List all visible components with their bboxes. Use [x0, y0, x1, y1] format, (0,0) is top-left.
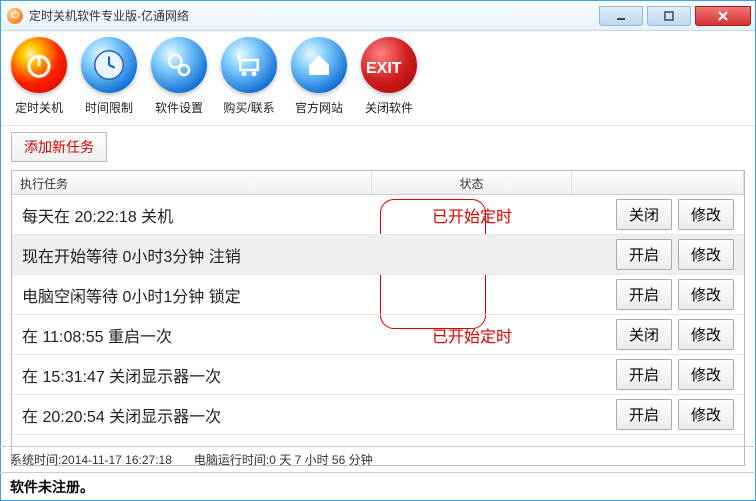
task-row[interactable]: 现在开始等待 0小时3分钟 注销 开启修改: [12, 235, 744, 275]
tool-buy[interactable]: 购买/联系: [221, 37, 277, 125]
gears-icon: [151, 37, 207, 93]
task-list-header: 执行任务 状态: [12, 171, 744, 195]
task-list-panel: 执行任务 状态 每天在 20:22:18 关机已开始定时关闭修改现在开始等待 0…: [11, 170, 745, 466]
add-task-row: 添加新任务: [1, 126, 755, 168]
task-actions: 开启修改: [572, 279, 744, 310]
col-header-task: 执行任务: [12, 171, 372, 194]
edit-button[interactable]: 修改: [678, 239, 734, 270]
title-bar: ⏻ 定时关机软件专业版-亿通网络: [1, 1, 755, 31]
task-row[interactable]: 在 11:08:55 重启一次已开始定时关闭修改: [12, 315, 744, 355]
toggle-button[interactable]: 开启: [616, 399, 672, 430]
maximize-button[interactable]: [647, 6, 691, 26]
task-text: 在 15:31:47 关闭显示器一次: [12, 363, 372, 387]
tool-label: 时间限制: [85, 99, 133, 116]
exit-icon: EXIT: [361, 37, 417, 93]
toggle-button[interactable]: 关闭: [616, 199, 672, 230]
cart-icon: [221, 37, 277, 93]
window-controls: [599, 6, 755, 26]
tool-shutdown[interactable]: 定时关机: [11, 37, 67, 125]
task-status: 已开始定时: [372, 323, 572, 347]
tool-label: 购买/联系: [223, 99, 274, 116]
add-task-button[interactable]: 添加新任务: [11, 132, 107, 162]
minimize-button[interactable]: [599, 6, 643, 26]
tool-label: 官方网站: [295, 99, 343, 116]
toggle-button[interactable]: 关闭: [616, 319, 672, 350]
task-text: 每天在 20:22:18 关机: [12, 203, 372, 227]
edit-button[interactable]: 修改: [678, 279, 734, 310]
task-text: 在 20:20:54 关闭显示器一次: [12, 403, 372, 427]
status-bar: 系统时间:2014-11-17 16:27:18 电脑运行时间:0 天 7 小时…: [0, 446, 756, 501]
tool-exit[interactable]: EXIT 关闭软件: [361, 37, 417, 125]
task-actions: 开启修改: [572, 359, 744, 390]
systime-text: 系统时间:2014-11-17 16:27:18: [10, 451, 172, 468]
tool-settings[interactable]: 软件设置: [151, 37, 207, 125]
toggle-button[interactable]: 开启: [616, 279, 672, 310]
home-icon: [291, 37, 347, 93]
task-text: 电脑空闲等待 0小时1分钟 锁定: [12, 283, 372, 307]
task-row[interactable]: 电脑空闲等待 0小时1分钟 锁定 开启修改: [12, 275, 744, 315]
clock-icon: [81, 37, 137, 93]
edit-button[interactable]: 修改: [678, 319, 734, 350]
tool-label: 软件设置: [155, 99, 203, 116]
close-button[interactable]: [695, 6, 751, 26]
task-row[interactable]: 每天在 20:22:18 关机已开始定时关闭修改: [12, 195, 744, 235]
tool-label: 定时关机: [15, 99, 63, 116]
edit-button[interactable]: 修改: [678, 199, 734, 230]
task-actions: 开启修改: [572, 239, 744, 270]
task-actions: 关闭修改: [572, 199, 744, 230]
toggle-button[interactable]: 开启: [616, 239, 672, 270]
task-rows: 每天在 20:22:18 关机已开始定时关闭修改现在开始等待 0小时3分钟 注销…: [12, 195, 744, 435]
task-actions: 关闭修改: [572, 319, 744, 350]
register-status: 软件未注册。: [0, 473, 756, 501]
tool-label: 关闭软件: [365, 99, 413, 116]
edit-button[interactable]: 修改: [678, 399, 734, 430]
power-icon: [11, 37, 67, 93]
main-toolbar: 定时关机 时间限制 软件设置 购买/联系 官方网站 EXIT 关闭软件: [1, 31, 755, 126]
col-header-actions: [572, 171, 744, 194]
col-header-status: 状态: [372, 171, 572, 194]
edit-button[interactable]: 修改: [678, 359, 734, 390]
tool-website[interactable]: 官方网站: [291, 37, 347, 125]
window-title: 定时关机软件专业版-亿通网络: [29, 7, 189, 24]
task-row[interactable]: 在 20:20:54 关闭显示器一次 开启修改: [12, 395, 744, 435]
svg-text:EXIT: EXIT: [366, 60, 402, 77]
uptime-text: 电脑运行时间:0 天 7 小时 56 分钟: [194, 451, 373, 468]
task-actions: 开启修改: [572, 399, 744, 430]
task-status: 已开始定时: [372, 203, 572, 227]
task-text: 现在开始等待 0小时3分钟 注销: [12, 243, 372, 267]
tool-timelimit[interactable]: 时间限制: [81, 37, 137, 125]
task-row[interactable]: 在 15:31:47 关闭显示器一次 开启修改: [12, 355, 744, 395]
app-icon: ⏻: [7, 8, 23, 24]
task-text: 在 11:08:55 重启一次: [12, 323, 372, 347]
toggle-button[interactable]: 开启: [616, 359, 672, 390]
